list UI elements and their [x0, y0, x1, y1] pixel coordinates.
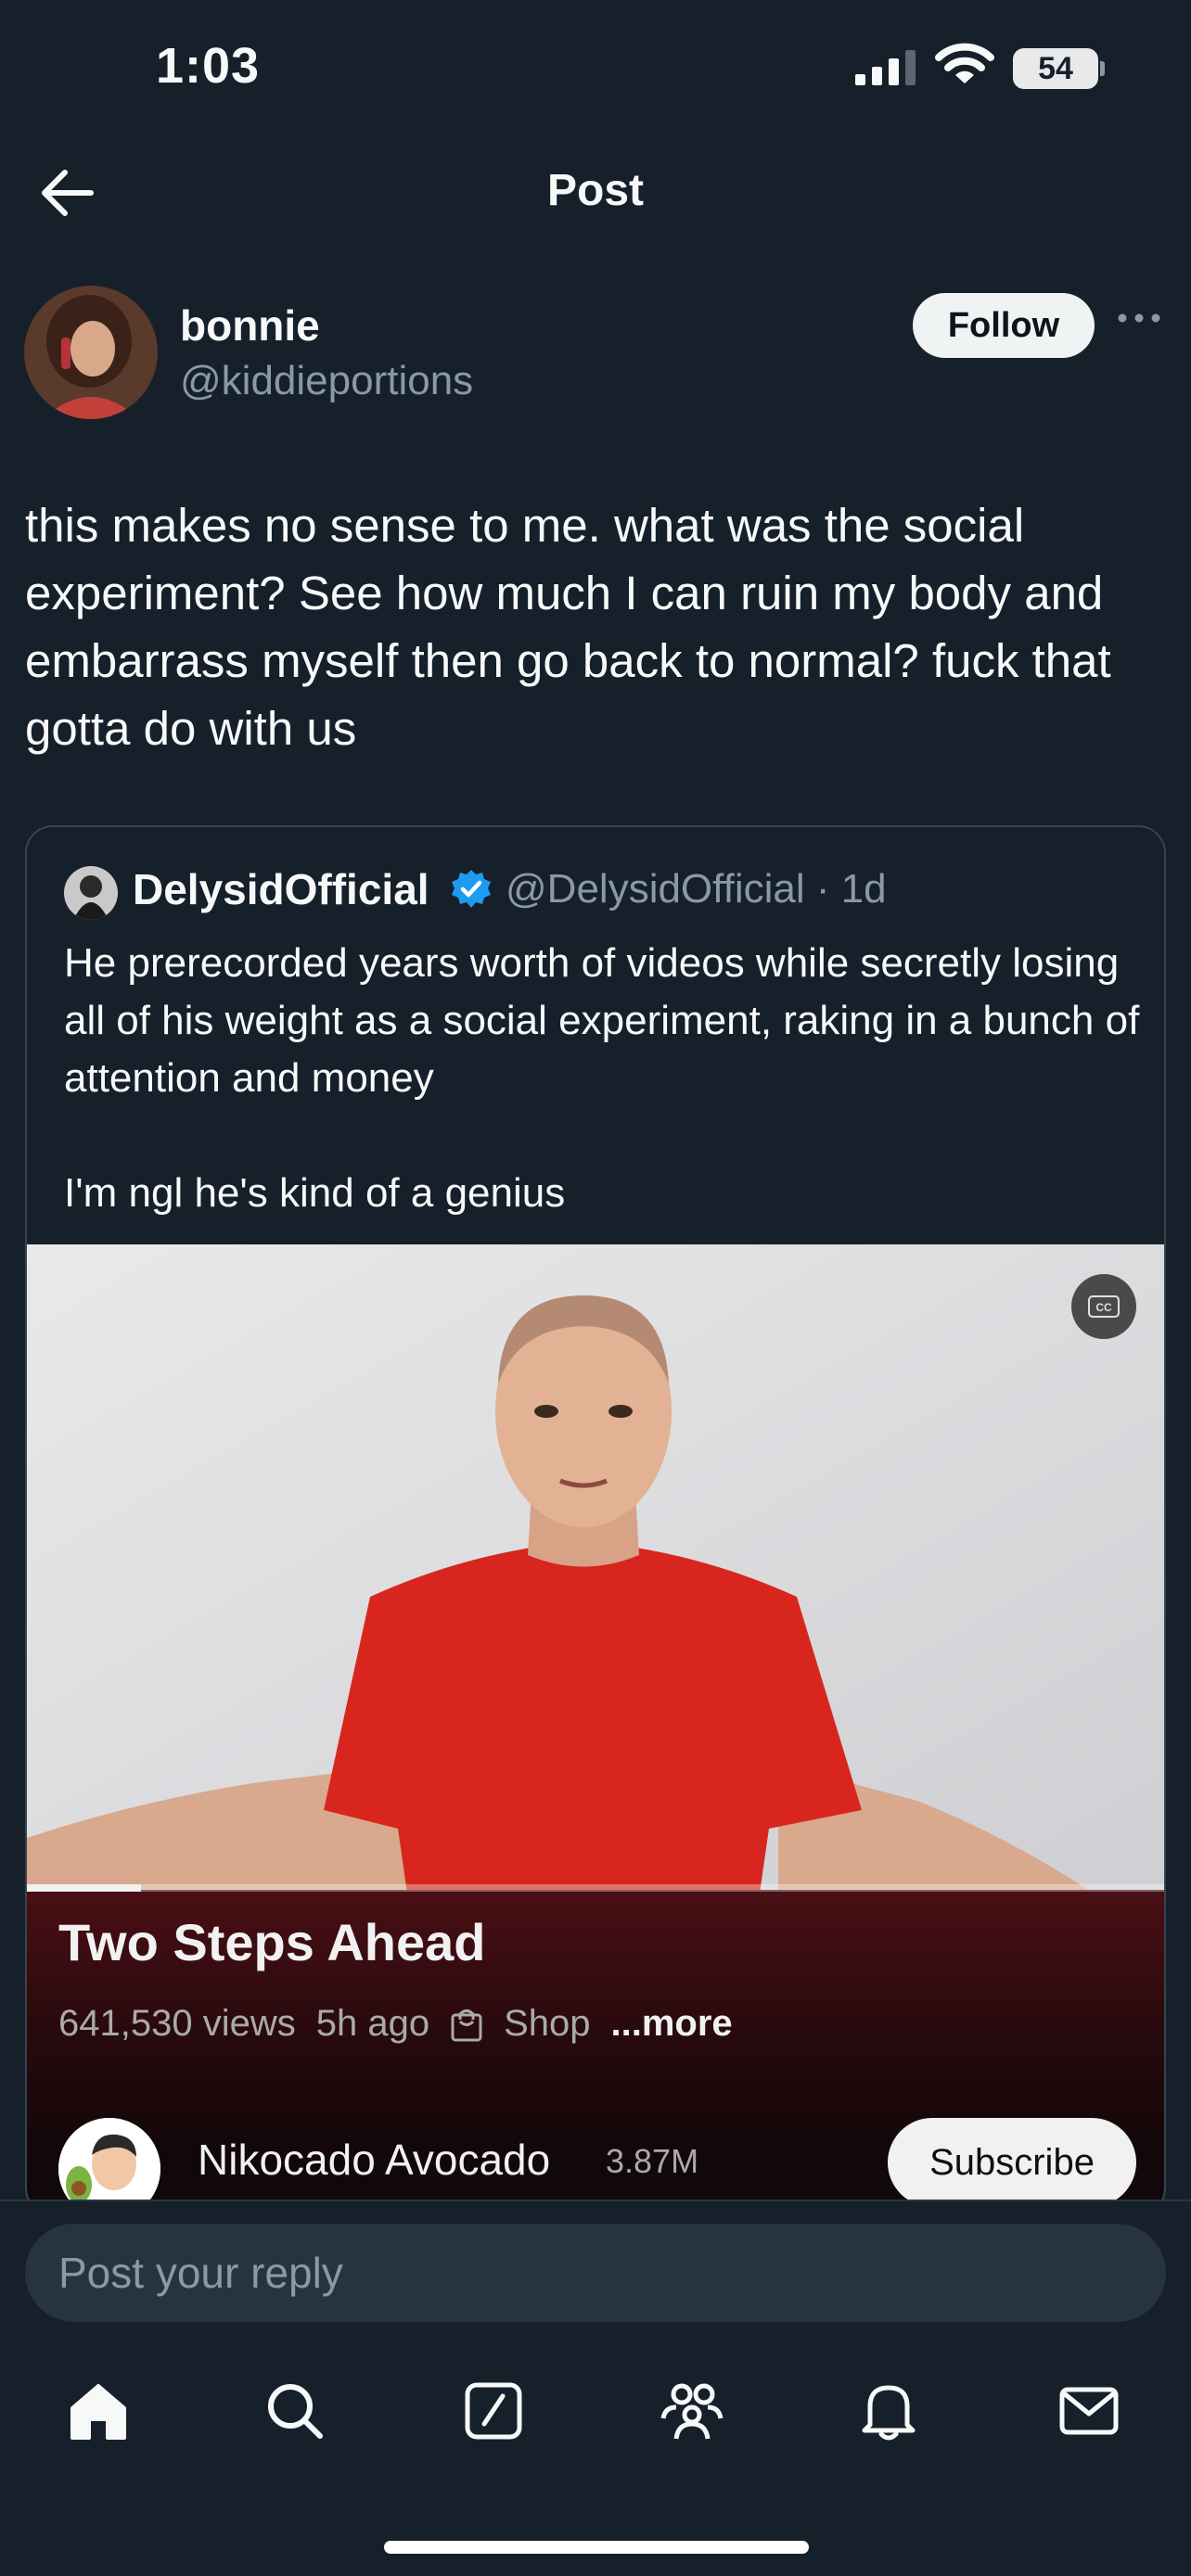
- subscribe-button: Subscribe: [888, 2118, 1136, 2207]
- quoted-post-card[interactable]: DelysidOfficial @DelysidOfficial · 1d He…: [25, 825, 1166, 2216]
- video-progress-track: [27, 1884, 1164, 1892]
- channel-name: Nikocado Avocado: [198, 2136, 551, 2184]
- video-progress-fill: [27, 1884, 141, 1892]
- search-icon: [268, 2384, 323, 2439]
- quote-media-image[interactable]: CC Two Steps Ahead 641,530 views 5h ago …: [27, 1244, 1164, 2214]
- more-options-icon[interactable]: [1117, 312, 1161, 325]
- nav-home[interactable]: [61, 2374, 135, 2448]
- video-shop-label: Shop: [504, 2003, 591, 2044]
- nav-messages[interactable]: [1052, 2374, 1126, 2448]
- follow-button[interactable]: Follow: [913, 293, 1095, 358]
- wifi-icon: [935, 43, 994, 83]
- author-handle[interactable]: @kiddieportions: [180, 358, 473, 404]
- video-frame: [27, 1244, 1164, 1894]
- quote-author-name: DelysidOfficial: [133, 865, 429, 913]
- page-title: Post: [546, 166, 644, 215]
- compose-icon: [465, 2382, 522, 2440]
- quote-author-handle-and-time: @DelysidOfficial · 1d: [506, 866, 887, 912]
- author-name[interactable]: bonnie: [180, 300, 320, 351]
- shopping-bag-icon: [451, 2009, 482, 2041]
- nav-search[interactable]: [258, 2374, 332, 2448]
- communities-icon: [660, 2383, 724, 2440]
- video-more-label: ...more: [610, 2003, 733, 2044]
- video-age: 5h ago: [315, 2003, 430, 2044]
- battery-tip: [1100, 61, 1105, 76]
- home-indicator: [384, 2541, 809, 2554]
- quote-author-avatar: [64, 866, 118, 920]
- battery-indicator: 54: [1013, 48, 1098, 89]
- nav-notifications[interactable]: [852, 2374, 926, 2448]
- video-views: 641,530 views: [58, 2003, 296, 2044]
- channel-subscriber-count: 3.87M: [606, 2142, 699, 2180]
- messages-icon: [1059, 2387, 1119, 2435]
- author-avatar[interactable]: [24, 286, 158, 419]
- nav-compose[interactable]: [456, 2374, 531, 2448]
- nav-communities[interactable]: [655, 2374, 729, 2448]
- post-text: this makes no sense to me. what was the …: [25, 499, 1111, 755]
- svg-text:CC: CC: [1095, 1301, 1112, 1314]
- reply-input[interactable]: [25, 2224, 1166, 2322]
- status-time: 1:03: [156, 38, 261, 94]
- quote-text: He prerecorded years worth of videos whi…: [64, 940, 1140, 1216]
- back-arrow-icon[interactable]: [37, 165, 96, 221]
- cellular-signal-icon: [855, 50, 916, 85]
- video-title: Two Steps Ahead: [58, 1913, 486, 1971]
- home-icon: [70, 2384, 126, 2440]
- video-meta: 641,530 views 5h ago Shop ...more: [58, 2003, 733, 2045]
- closed-captions-icon: CC: [1071, 1274, 1136, 1339]
- notifications-icon: [862, 2385, 916, 2441]
- verified-badge-icon: [452, 870, 491, 908]
